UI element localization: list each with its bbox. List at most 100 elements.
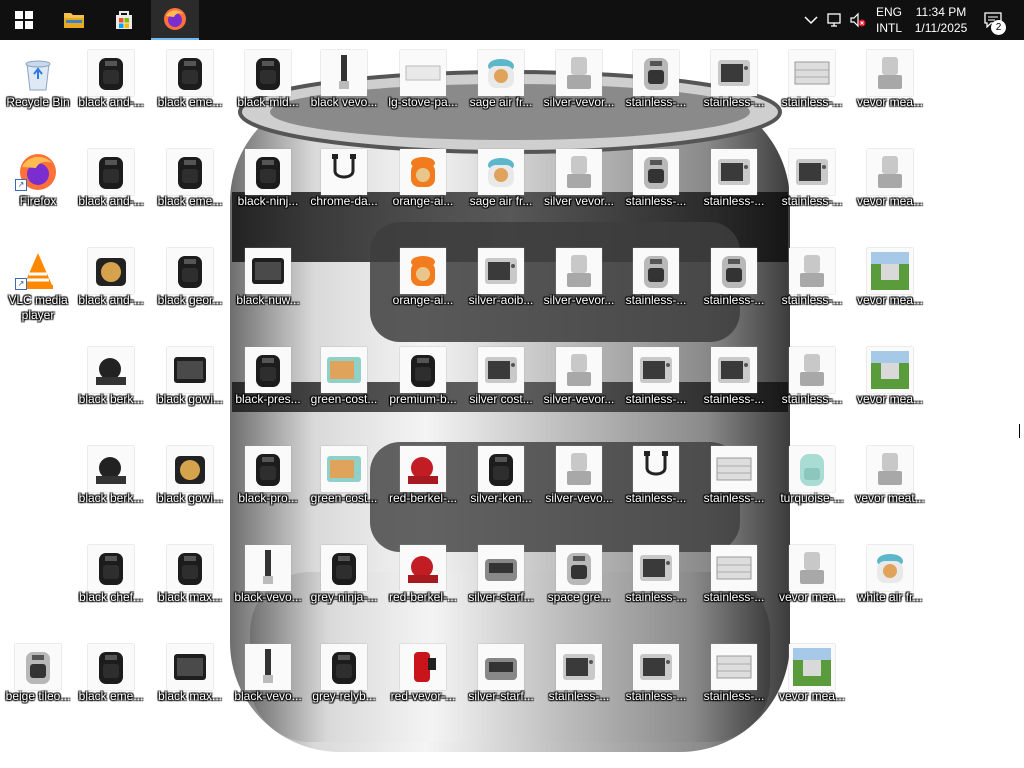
desktop-icon[interactable]: stainless-... (618, 638, 694, 734)
desktop-icon-thumbnail (556, 644, 602, 690)
desktop-icon[interactable]: stainless-... (696, 242, 772, 338)
desktop-icon[interactable]: black gowi... (152, 341, 228, 437)
desktop-icon[interactable]: black-vevo... (230, 638, 306, 734)
desktop-icon[interactable]: black and-... (73, 44, 149, 140)
desktop-icon[interactable]: green-cost... (306, 341, 382, 437)
desktop-icon[interactable]: black gowi... (152, 440, 228, 536)
desktop-icon[interactable]: stainless-... (696, 341, 772, 437)
desktop-icon[interactable]: black geor... (152, 242, 228, 338)
desktop-icon-label: black eme... (157, 194, 223, 208)
desktop-icon-label: sage air fr... (469, 95, 533, 109)
desktop-icon[interactable]: stainless-... (618, 539, 694, 635)
desktop-icon[interactable]: black-ninj... (230, 143, 306, 239)
desktop-icon[interactable]: black berk... (73, 341, 149, 437)
desktop-icon-thumbnail (867, 50, 913, 96)
desktop-icon-thumbnail (15, 50, 61, 96)
show-hidden-icons-chevron[interactable] (800, 0, 822, 40)
desktop-icon[interactable]: vevor mea... (774, 539, 850, 635)
desktop-icon[interactable]: stainless-... (618, 341, 694, 437)
network-status[interactable] (823, 0, 847, 40)
desktop-icon[interactable]: chrome-da... (306, 143, 382, 239)
desktop-icon[interactable]: vevor mea... (774, 638, 850, 734)
desktop-icon-label: stainless-... (703, 194, 765, 208)
desktop-icon[interactable]: stainless-... (696, 638, 772, 734)
desktop-icon[interactable]: lg-stove-pa... (385, 44, 461, 140)
desktop-icon[interactable]: silver cost... (463, 341, 539, 437)
desktop-icon[interactable]: vevor mea... (852, 143, 928, 239)
desktop-icon[interactable]: stainless-... (774, 44, 850, 140)
desktop-icon[interactable]: silver-vevor... (541, 341, 617, 437)
desktop-icon[interactable]: stainless-... (774, 242, 850, 338)
desktop-icon[interactable]: premium-b... (385, 341, 461, 437)
desktop-icon[interactable]: black-pro... (230, 440, 306, 536)
desktop-icon[interactable]: sage air fr... (463, 44, 539, 140)
desktop-icon[interactable]: black berk... (73, 440, 149, 536)
desktop-icon-label: black-pro... (238, 491, 298, 505)
desktop-icon-label: orange-ai... (392, 293, 454, 307)
desktop-icon[interactable]: stainless-... (618, 242, 694, 338)
desktop-icon[interactable]: grey-ninja-... (306, 539, 382, 635)
desktop-icon-label: stainless-... (703, 293, 765, 307)
desktop-icon-thumbnail (478, 50, 524, 96)
desktop-icon[interactable]: black chef... (73, 539, 149, 635)
desktop-icon[interactable]: sage air fr... (463, 143, 539, 239)
desktop-icon[interactable]: stainless-... (541, 638, 617, 734)
desktop-icon[interactable]: green-cost... (306, 440, 382, 536)
desktop-icon[interactable]: silver-vevor... (541, 44, 617, 140)
desktop-icon[interactable]: black-pres... (230, 341, 306, 437)
desktop-icon[interactable]: space gre... (541, 539, 617, 635)
firefox-taskbar-button[interactable] (151, 0, 199, 40)
desktop-icon[interactable]: silver-vevor... (541, 242, 617, 338)
desktop-icon[interactable]: vevor mea... (852, 242, 928, 338)
desktop-icon[interactable]: stainless-... (696, 539, 772, 635)
desktop-icon[interactable]: ↗ Firefox (0, 143, 76, 239)
desktop-icon[interactable]: stainless-... (774, 341, 850, 437)
desktop-icon[interactable]: black max... (152, 539, 228, 635)
desktop-icon[interactable]: black vevo... (306, 44, 382, 140)
desktop-icon[interactable]: orange-ai... (385, 242, 461, 338)
desktop-icon[interactable]: vevor mea... (852, 44, 928, 140)
desktop-icon[interactable]: stainless-... (696, 44, 772, 140)
desktop-icon[interactable]: white air fr... (852, 539, 928, 635)
desktop-icon[interactable]: black eme... (152, 143, 228, 239)
desktop-icon[interactable]: silver-starf... (463, 638, 539, 734)
desktop-icon[interactable]: red-berkel-... (385, 440, 461, 536)
desktop-icon[interactable]: stainless-... (696, 440, 772, 536)
desktop-icon[interactable]: black eme... (152, 44, 228, 140)
input-language[interactable]: ENG INTL (870, 0, 908, 40)
desktop-icon[interactable]: vevor mea... (852, 341, 928, 437)
desktop-icon[interactable]: beige tileo... (0, 638, 76, 734)
desktop-icon[interactable]: black-nuw... (230, 242, 306, 338)
desktop-icon-thumbnail (711, 545, 757, 591)
desktop-icon[interactable]: silver-starf... (463, 539, 539, 635)
desktop-icon[interactable]: stainless-... (618, 440, 694, 536)
desktop-icon[interactable]: stainless-... (774, 143, 850, 239)
desktop-icon[interactable]: Recycle Bin (0, 44, 76, 140)
desktop-icon[interactable]: black eme... (73, 638, 149, 734)
action-center-button[interactable] (978, 0, 1008, 40)
desktop-icon[interactable]: stainless-... (618, 143, 694, 239)
start-button[interactable] (0, 0, 48, 40)
microsoft-store-button[interactable] (100, 0, 148, 40)
desktop-icon[interactable]: red-berkel-... (385, 539, 461, 635)
desktop-icon[interactable]: black and-... (73, 143, 149, 239)
desktop-icon[interactable]: stainless-... (696, 143, 772, 239)
desktop-icon[interactable]: silver-ken... (463, 440, 539, 536)
clock[interactable]: 11:34 PM 1/11/2025 (910, 0, 972, 40)
desktop-icon[interactable]: stainless-... (618, 44, 694, 140)
desktop-icon[interactable]: vevor meat... (852, 440, 928, 536)
file-explorer-button[interactable] (50, 0, 98, 40)
desktop-icon[interactable]: black-vevo... (230, 539, 306, 635)
desktop-icon[interactable]: black and-... (73, 242, 149, 338)
volume-control[interactable] (847, 0, 869, 40)
desktop-icon[interactable]: red-vevor-... (385, 638, 461, 734)
desktop-icon[interactable]: black-mid... (230, 44, 306, 140)
desktop-icon[interactable]: orange-ai... (385, 143, 461, 239)
desktop-icon[interactable]: ↗ VLC media player (0, 242, 76, 338)
desktop-icon[interactable]: silver-aoib... (463, 242, 539, 338)
desktop-icon[interactable]: turquoise-... (774, 440, 850, 536)
desktop-icon[interactable]: grey-relyb... (306, 638, 382, 734)
desktop-icon[interactable]: black max... (152, 638, 228, 734)
desktop-icon[interactable]: silver vevor... (541, 143, 617, 239)
desktop-icon[interactable]: silver-vevo... (541, 440, 617, 536)
